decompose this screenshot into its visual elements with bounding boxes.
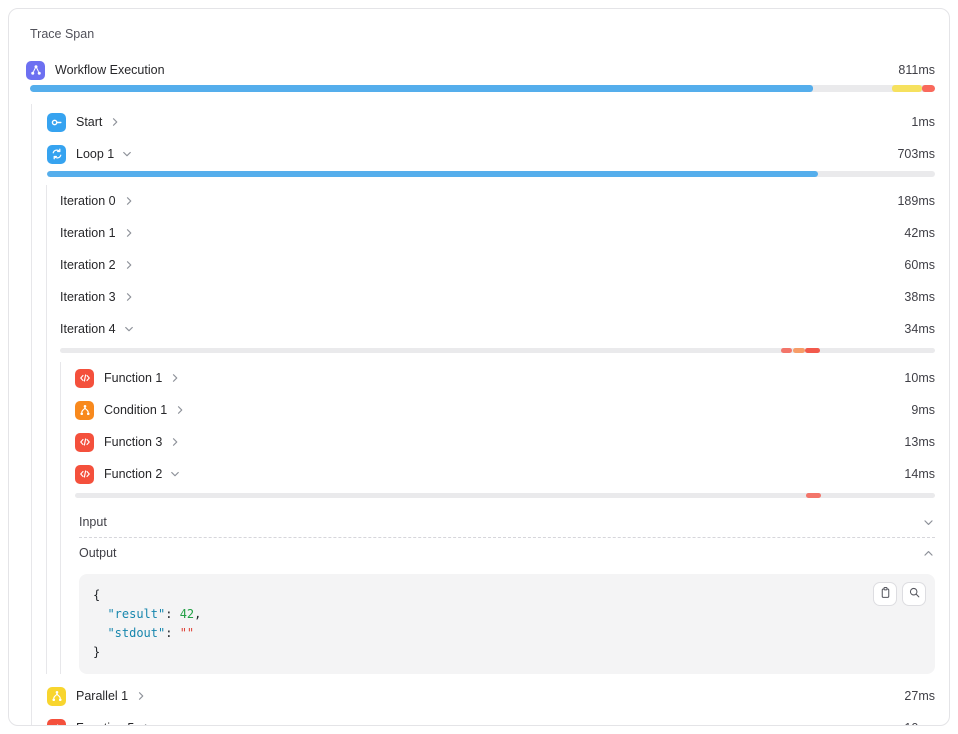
span-row-function-3[interactable]: Function 3 13ms: [75, 426, 935, 458]
span-duration: 38ms: [904, 290, 935, 304]
input-section-header[interactable]: Input: [79, 507, 935, 537]
span-label: Iteration 2: [60, 258, 116, 272]
span-row-function-1[interactable]: Function 1 10ms: [75, 362, 935, 394]
span-duration: 13ms: [904, 435, 935, 449]
code-token: "": [180, 626, 194, 640]
span-label: Iteration 4: [60, 322, 116, 336]
panel-title: Trace Span: [30, 27, 935, 41]
code-actions: [873, 582, 926, 606]
start-step-icon: [47, 113, 66, 132]
code-token: :: [165, 626, 179, 640]
span-label: Parallel 1: [76, 689, 128, 703]
span-duration: 189ms: [897, 194, 935, 208]
function-2-timeline-bar: [75, 493, 935, 498]
code-token: "result": [107, 607, 165, 621]
span-label: Iteration 1: [60, 226, 116, 240]
chevron-down-icon[interactable]: [169, 468, 181, 480]
span-row-iteration-0[interactable]: Iteration 0 189ms: [60, 185, 935, 217]
copy-button[interactable]: [873, 582, 897, 606]
chevron-right-icon[interactable]: [135, 690, 147, 702]
chevron-right-icon[interactable]: [169, 436, 181, 448]
chevron-down-icon[interactable]: [922, 516, 935, 529]
code-token: }: [93, 645, 100, 659]
span-label: Workflow Execution: [55, 63, 165, 77]
span-duration: 27ms: [904, 689, 935, 703]
function-step-icon: [75, 433, 94, 452]
code-line: {: [93, 586, 921, 605]
span-label: Iteration 3: [60, 290, 116, 304]
span-row-iteration-4[interactable]: Iteration 4 34ms: [60, 313, 935, 345]
loop-step-icon: [47, 145, 66, 164]
code-line: "result": 42,: [93, 605, 921, 624]
function-step-icon: [75, 465, 94, 484]
chevron-right-icon[interactable]: [174, 404, 186, 416]
span-row-start[interactable]: Start 1ms: [47, 106, 935, 138]
code-line: }: [93, 643, 921, 662]
chevron-right-icon[interactable]: [123, 227, 135, 239]
code-token: 42: [180, 607, 194, 621]
span-label: Function 3: [104, 435, 162, 449]
span-duration: 34ms: [904, 322, 935, 336]
workflow-icon: [26, 61, 45, 80]
search-button[interactable]: [902, 582, 926, 606]
span-duration: 1ms: [911, 115, 935, 129]
chevron-right-icon[interactable]: [109, 116, 121, 128]
function-2-detail-panel: Input Output: [79, 507, 935, 674]
span-duration: 14ms: [904, 467, 935, 481]
span-label: Function 1: [104, 371, 162, 385]
chevron-right-icon[interactable]: [123, 259, 135, 271]
loop-timeline-bar: [47, 171, 935, 177]
code-token: ,: [194, 607, 201, 621]
span-row-iteration-2[interactable]: Iteration 2 60ms: [60, 249, 935, 281]
condition-step-icon: [75, 401, 94, 420]
code-token: "stdout": [107, 626, 165, 640]
output-json-viewer: { "result": 42, "stdout": "" }: [79, 574, 935, 674]
span-row-workflow-execution[interactable]: Workflow Execution 811ms: [26, 57, 935, 83]
span-row-loop-1[interactable]: Loop 1 703ms: [47, 138, 935, 170]
parallel-step-icon: [47, 687, 66, 706]
span-label: Function 2: [104, 467, 162, 481]
span-row-iteration-1[interactable]: Iteration 1 42ms: [60, 217, 935, 249]
chevron-right-icon[interactable]: [169, 372, 181, 384]
span-row-parallel-1[interactable]: Parallel 1 27ms: [47, 680, 935, 712]
iteration-4-children-group: Function 1 10ms Condition 1: [60, 362, 935, 674]
span-row-function-2[interactable]: Function 2 14ms: [75, 458, 935, 490]
chevron-up-icon[interactable]: [922, 547, 935, 560]
span-label: Loop 1: [76, 147, 114, 161]
chevron-right-icon[interactable]: [141, 722, 153, 726]
span-duration: 60ms: [904, 258, 935, 272]
span-duration: 9ms: [911, 403, 935, 417]
trace-span-panel: Trace Span Workflow Execution 811ms Star…: [8, 8, 950, 726]
loop-iterations-group: Iteration 0 189ms Iteration 1 42ms Itera…: [46, 185, 935, 674]
span-duration: 10ms: [904, 371, 935, 385]
function-step-icon: [75, 369, 94, 388]
span-label: Iteration 0: [60, 194, 116, 208]
span-duration: 42ms: [904, 226, 935, 240]
output-label: Output: [79, 546, 117, 560]
code-token: {: [93, 588, 100, 602]
span-label: Condition 1: [104, 403, 167, 417]
span-duration: 703ms: [897, 147, 935, 161]
span-duration: 10ms: [904, 721, 935, 726]
span-label: Function 5: [76, 721, 134, 726]
chevron-right-icon[interactable]: [123, 291, 135, 303]
input-label: Input: [79, 515, 107, 529]
chevron-right-icon[interactable]: [123, 195, 135, 207]
clipboard-icon: [879, 586, 892, 602]
chevron-down-icon[interactable]: [123, 323, 135, 335]
span-row-iteration-3[interactable]: Iteration 3 38ms: [60, 281, 935, 313]
workflow-timeline-bar: [30, 85, 935, 92]
output-section-header[interactable]: Output: [79, 538, 935, 568]
span-row-condition-1[interactable]: Condition 1 9ms: [75, 394, 935, 426]
code-line: "stdout": "": [93, 624, 921, 643]
search-icon: [908, 586, 921, 602]
function-step-icon: [47, 719, 66, 727]
span-row-function-5[interactable]: Function 5 10ms: [47, 712, 935, 726]
span-label: Start: [76, 115, 102, 129]
workflow-children-group: Start 1ms Loop 1 703ms Iterat: [31, 104, 935, 726]
span-duration: 811ms: [898, 63, 935, 77]
code-token: :: [165, 607, 179, 621]
chevron-down-icon[interactable]: [121, 148, 133, 160]
iteration-4-timeline-bar: [60, 348, 935, 353]
